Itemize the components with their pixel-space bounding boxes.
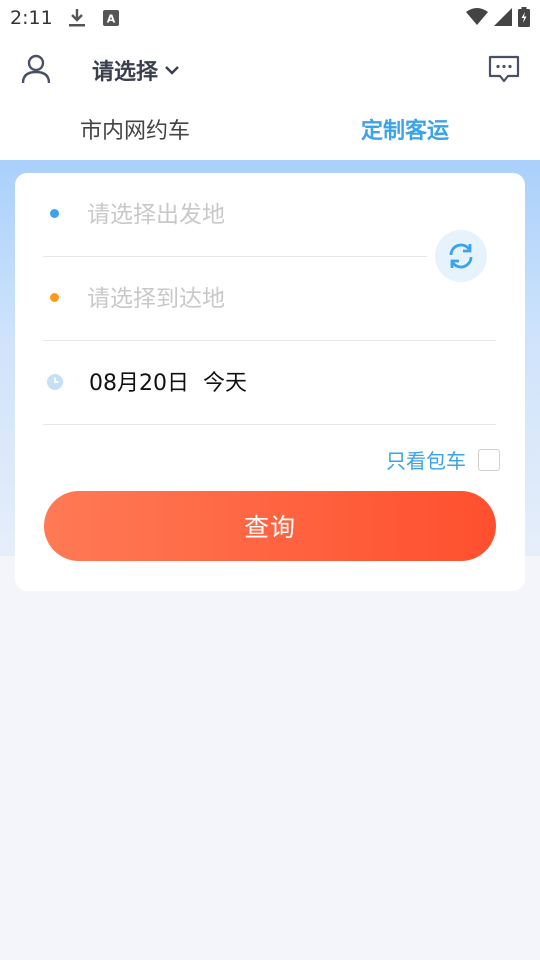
- svg-text:A: A: [107, 13, 116, 26]
- wifi-icon: [466, 8, 488, 25]
- date-value: 08月20日: [89, 371, 189, 396]
- departure-dot-icon: [50, 209, 59, 218]
- status-bar: 2:11 A: [0, 0, 540, 36]
- service-tabs: 市内网约车 定制客运: [0, 116, 540, 160]
- destination-row[interactable]: [43, 257, 496, 341]
- user-avatar-icon[interactable]: [20, 52, 52, 84]
- destination-dot-icon: [50, 293, 59, 302]
- status-time: 2:11: [10, 7, 53, 29]
- destination-input[interactable]: [87, 279, 407, 319]
- day-value: 今天: [203, 371, 248, 396]
- app-header: 请选择 市内网约车 定制客运: [0, 36, 540, 160]
- search-card: 08月20日今天 只看包车 查询: [15, 173, 525, 591]
- tab-custom-passenger-transport[interactable]: 定制客运: [270, 116, 540, 148]
- chevron-down-icon: [165, 66, 179, 75]
- status-icons: [466, 7, 530, 27]
- message-icon[interactable]: [488, 54, 520, 84]
- departure-input[interactable]: [87, 195, 407, 235]
- date-row[interactable]: 08月20日 今天: [43, 341, 496, 425]
- download-icon: [68, 8, 86, 32]
- battery-icon: [518, 7, 530, 27]
- departure-row[interactable]: [43, 173, 427, 257]
- charter-only-checkbox[interactable]: [478, 448, 500, 471]
- charter-only-label: 只看包车: [386, 449, 466, 473]
- charter-only-filter[interactable]: 只看包车: [386, 445, 500, 474]
- cell-signal-icon: [494, 8, 512, 26]
- city-selector-label: 请选择: [92, 60, 159, 85]
- text-badge-icon: A: [103, 10, 119, 30]
- city-selector[interactable]: 请选择: [92, 54, 180, 86]
- clock-icon: [47, 374, 63, 390]
- query-button[interactable]: 查询: [44, 491, 496, 561]
- date-display: 08月20日 今天: [89, 365, 247, 397]
- tab-city-ride-hailing[interactable]: 市内网约车: [0, 116, 270, 148]
